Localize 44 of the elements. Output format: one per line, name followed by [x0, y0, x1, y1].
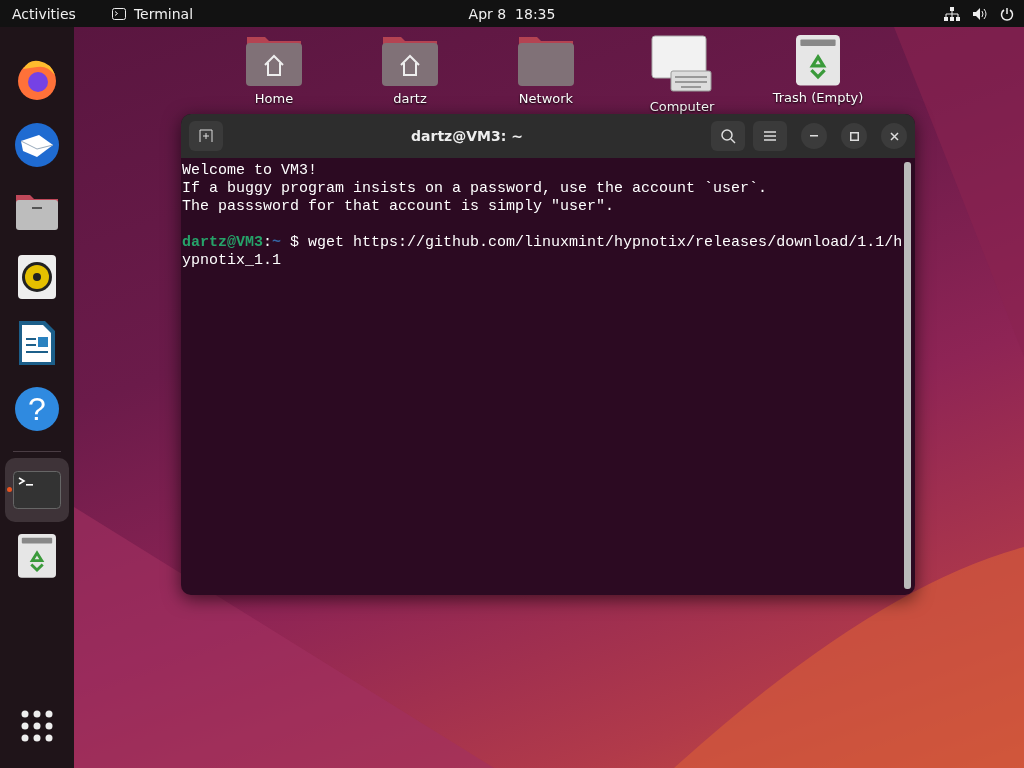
window-title: dartz@VM3: ~ [410, 128, 524, 144]
maximize-icon [849, 131, 859, 141]
menu-icon [764, 131, 776, 141]
terminal-output-line: If a buggy program insists on a password, use the account `user`. [182, 180, 769, 198]
close-button[interactable] [881, 123, 907, 149]
desktop-icon-label[interactable]: Computer [649, 99, 715, 114]
new-tab-button[interactable] [189, 121, 223, 151]
running-indicator [7, 487, 12, 492]
scrollbar[interactable] [904, 162, 911, 589]
menu-button[interactable] [753, 121, 787, 151]
terminal-icon [111, 7, 126, 20]
search-icon [720, 128, 736, 144]
desktop-icon-label[interactable]: Home [254, 91, 294, 106]
new-tab-icon [199, 129, 213, 143]
activities-button[interactable]: Activities [12, 5, 76, 22]
clock[interactable]: Apr 8 18:35 [468, 5, 556, 22]
network-icon[interactable] [944, 6, 960, 21]
power-icon[interactable] [1000, 6, 1014, 21]
computer-icon [651, 35, 713, 95]
volume-icon[interactable] [972, 6, 988, 21]
desktop-icon-label[interactable]: dartz [393, 91, 427, 106]
minimize-icon [810, 135, 818, 137]
terminal-output-line: The passsword for that account is simply "user". [182, 198, 616, 216]
maximize-button[interactable] [841, 123, 867, 149]
dock-item[interactable]: ? [5, 377, 69, 441]
desktop-icon-label[interactable]: Network [518, 91, 574, 106]
home-folder-icon [381, 35, 439, 87]
document-icon [18, 320, 56, 366]
help-icon: ? [15, 387, 59, 431]
speaker-icon [18, 255, 56, 299]
close-icon [889, 131, 899, 141]
terminal-icon [13, 471, 61, 509]
terminal-command-line: dartz@VM3:~ $ wget https://github.com/linuxmint/hypnotix/releases/download/1.1/hypnotix_1.1 [182, 234, 904, 270]
app-menu[interactable]: Terminal [133, 5, 194, 22]
apps-grid-icon[interactable] [21, 710, 53, 742]
mail-icon [13, 121, 61, 169]
home-folder-icon [245, 35, 303, 87]
trash-icon [796, 35, 840, 86]
trash-icon [18, 534, 56, 578]
folder-icon [517, 35, 575, 87]
terminal-output-line: Welcome to VM3! [182, 162, 319, 180]
search-button[interactable] [711, 121, 745, 151]
minimize-button[interactable] [801, 123, 827, 149]
desktop-icon-label[interactable]: Trash (Empty) [772, 89, 864, 105]
